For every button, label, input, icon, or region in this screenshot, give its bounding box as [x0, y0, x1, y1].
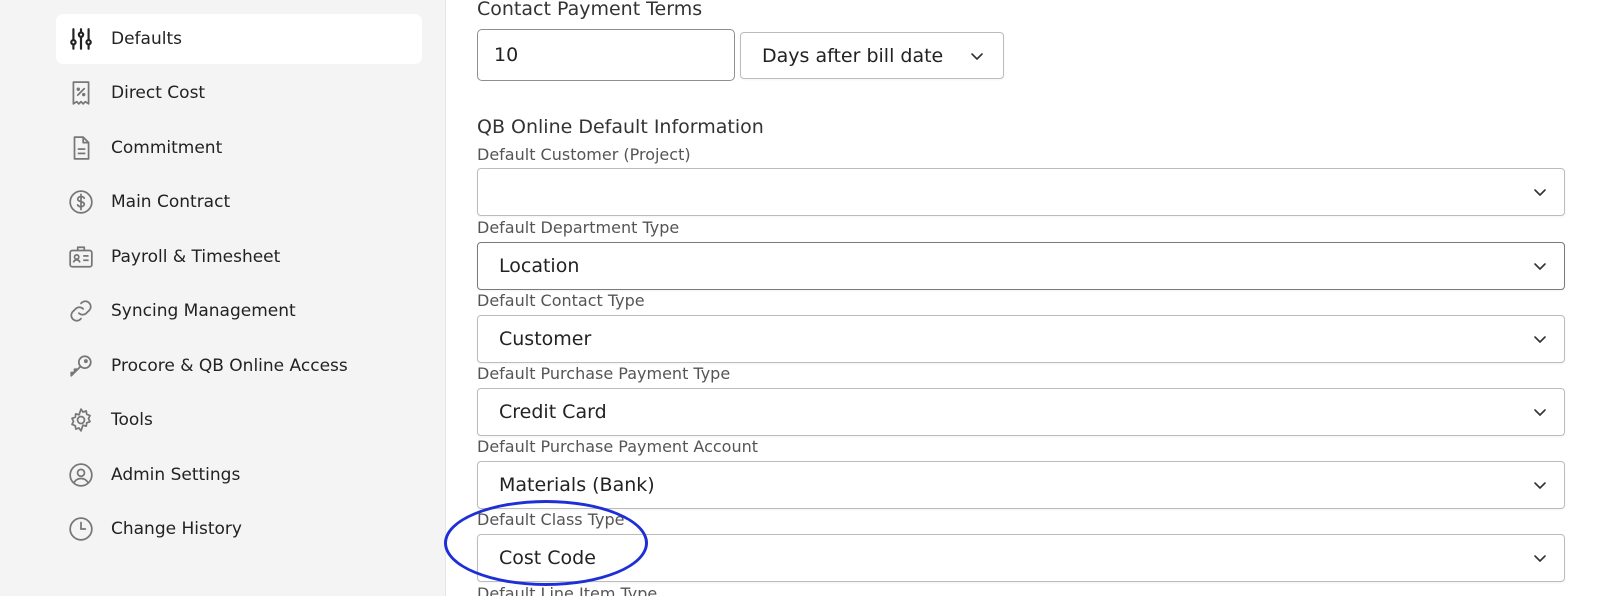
- default-contact-type-value: Customer: [499, 328, 592, 350]
- receipt-icon: [68, 80, 94, 106]
- chevron-down-icon: [1532, 404, 1548, 420]
- default-purchase-payment-type-label: Default Purchase Payment Type: [477, 364, 731, 383]
- main-content: Contact Payment Terms 10 Days after bill…: [447, 0, 1600, 596]
- document-icon: [68, 135, 94, 161]
- sidebar-item-label: Payroll & Timesheet: [111, 247, 281, 267]
- sidebar-item-label: Main Contract: [111, 192, 231, 212]
- default-purchase-payment-account-value: Materials (Bank): [499, 474, 655, 496]
- sidebar-item-main-contract[interactable]: Main Contract: [56, 177, 422, 227]
- payment-terms-days-input[interactable]: 10: [477, 29, 735, 81]
- chevron-down-icon: [1532, 331, 1548, 347]
- sidebar-item-label: Commitment: [111, 138, 223, 158]
- default-class-type-label: Default Class Type: [477, 510, 625, 529]
- default-contact-type-select[interactable]: Customer: [477, 315, 1565, 363]
- chevron-down-icon: [1532, 477, 1548, 493]
- chevron-down-icon: [1532, 550, 1548, 566]
- sliders-icon: [68, 26, 94, 52]
- sidebar-item-commitment[interactable]: Commitment: [56, 123, 422, 173]
- sidebar-item-label: Procore & QB Online Access: [111, 356, 348, 376]
- clock-icon: [68, 516, 94, 542]
- sidebar-item-tools[interactable]: Tools: [56, 395, 422, 445]
- default-purchase-payment-account-select[interactable]: Materials (Bank): [477, 461, 1565, 509]
- default-purchase-payment-type-value: Credit Card: [499, 401, 607, 423]
- default-contact-type-label: Default Contact Type: [477, 291, 645, 310]
- gear-icon: [68, 407, 94, 433]
- sidebar-item-label: Direct Cost: [111, 83, 206, 103]
- sidebar-item-change-history[interactable]: Change History: [56, 504, 422, 554]
- default-department-type-label: Default Department Type: [477, 218, 680, 237]
- payment-terms-select[interactable]: Days after bill date: [740, 32, 1004, 79]
- payment-terms-title: Contact Payment Terms: [477, 0, 703, 20]
- sidebar-item-defaults[interactable]: Defaults: [56, 14, 422, 64]
- key-icon: [68, 353, 94, 379]
- link-icon: [68, 298, 94, 324]
- qbo-defaults-title: QB Online Default Information: [477, 116, 764, 138]
- default-purchase-payment-account-label: Default Purchase Payment Account: [477, 437, 759, 456]
- sidebar-item-payroll-timesheet[interactable]: Payroll & Timesheet: [56, 232, 422, 282]
- payment-terms-select-value: Days after bill date: [762, 44, 944, 67]
- default-customer-select[interactable]: [477, 168, 1565, 216]
- dollar-icon: [68, 189, 94, 215]
- id-card-icon: [68, 244, 94, 270]
- sidebar-item-label: Change History: [111, 519, 242, 539]
- sidebar-item-label: Admin Settings: [111, 465, 241, 485]
- default-department-type-value: Location: [499, 255, 580, 277]
- default-purchase-payment-type-select[interactable]: Credit Card: [477, 388, 1565, 436]
- sidebar-item-label: Syncing Management: [111, 301, 296, 321]
- sidebar-item-procore-qb-access[interactable]: Procore & QB Online Access: [56, 341, 422, 391]
- sidebar-item-admin-settings[interactable]: Admin Settings: [56, 450, 422, 500]
- sidebar-item-label: Defaults: [111, 29, 182, 49]
- default-line-item-type-label: Default Line Item Type: [477, 584, 658, 596]
- sidebar: Defaults Direct Cost Commitment Main Con…: [0, 0, 446, 596]
- default-class-type-value: Cost Code: [499, 547, 596, 569]
- chevron-down-icon: [1532, 258, 1548, 274]
- default-department-type-select[interactable]: Location: [477, 242, 1565, 290]
- default-class-type-select[interactable]: Cost Code: [477, 534, 1565, 582]
- user-circle-icon: [68, 462, 94, 488]
- chevron-down-icon: [1532, 184, 1548, 200]
- sidebar-item-label: Tools: [111, 410, 153, 430]
- sidebar-item-direct-cost[interactable]: Direct Cost: [56, 68, 422, 118]
- default-customer-label: Default Customer (Project): [477, 145, 691, 164]
- chevron-down-icon: [969, 48, 985, 64]
- sidebar-item-syncing-management[interactable]: Syncing Management: [56, 286, 422, 336]
